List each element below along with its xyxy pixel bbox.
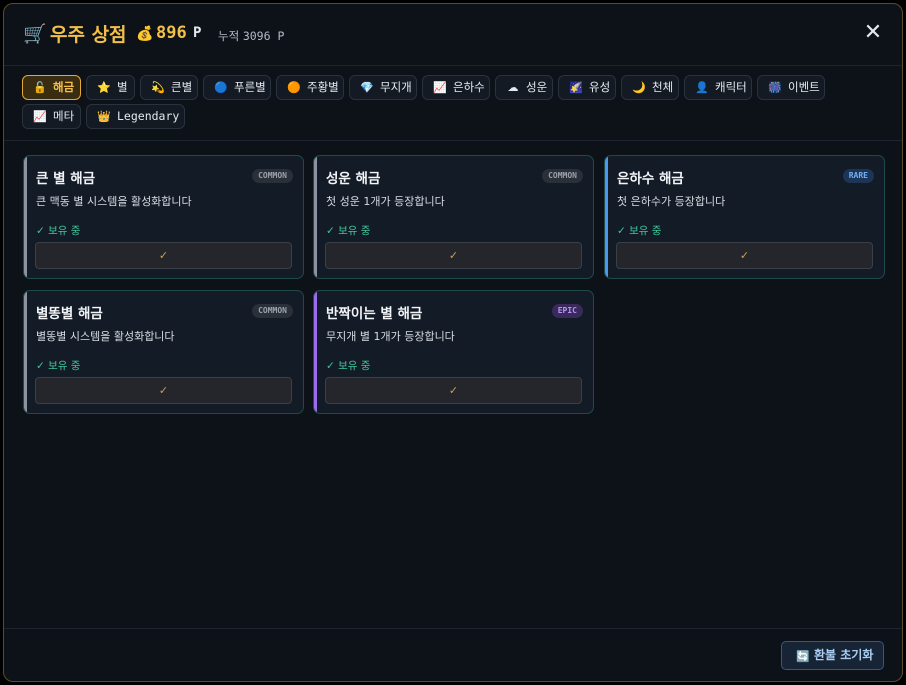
card-description: 첫 성운 1개가 등장합니다 xyxy=(326,195,445,208)
shop-title: 우주 상점 xyxy=(50,24,127,46)
card-accent xyxy=(314,156,317,278)
shop-card: 은하수 해금 RARE 첫 은하수가 등장합니다 ✓ 보유 중 ✓ xyxy=(604,155,885,279)
refund-reset-label: 환불 초기화 xyxy=(814,648,874,662)
tab-meteor[interactable]: 🌠 유성 xyxy=(558,75,616,100)
card-title: 은하수 해금 xyxy=(617,171,684,187)
rarity-badge: COMMON xyxy=(252,169,293,183)
tab-nebula[interactable]: ☁ 성운 xyxy=(495,75,553,100)
tab-orange-star[interactable]: 🟠 주황별 xyxy=(276,75,344,100)
card-title: 별똥별 해금 xyxy=(36,306,103,322)
tab-meta[interactable]: 📈 메타 xyxy=(22,104,81,129)
shop-window: 🛒 우주 상점 💰 896 P 누적 3096 P ✕ 🔓 해금 ⭐ 별 💫 큰별 🔵… xyxy=(3,3,903,682)
tab-character[interactable]: 👤 캐릭터 xyxy=(684,75,752,100)
shop-footer: 🔄 환불 초기화 xyxy=(4,628,902,681)
tab-blue-star[interactable]: 🔵 푸른별 xyxy=(203,75,271,100)
rarity-badge: COMMON xyxy=(542,169,583,183)
card-description: 첫 은하수가 등장합니다 xyxy=(617,195,726,208)
card-accent xyxy=(24,156,27,278)
rarity-badge: COMMON xyxy=(252,304,293,318)
refund-reset-button[interactable]: 🔄 환불 초기화 xyxy=(781,641,884,670)
shop-card: 성운 해금 COMMON 첫 성운 1개가 등장합니다 ✓ 보유 중 ✓ xyxy=(313,155,594,279)
person-icon: 👤 xyxy=(695,81,709,94)
owned-status: ✓ 보유 중 xyxy=(36,360,81,372)
total-value: 3096 P xyxy=(242,29,285,43)
card-description: 무지개 별 1개가 등장합니다 xyxy=(326,330,455,343)
card-description: 큰 맥동 별 시스템을 활성화합니다 xyxy=(36,195,192,208)
owned-status: ✓ 보유 중 xyxy=(326,360,371,372)
total-label: 누적 xyxy=(218,29,240,43)
tab-event[interactable]: 🎆 이벤트 xyxy=(757,75,825,100)
rarity-badge: RARE xyxy=(842,169,874,183)
tab-star[interactable]: ⭐ 별 xyxy=(86,75,135,100)
trend-icon: 📈 xyxy=(33,110,47,123)
owned-status: ✓ 보유 중 xyxy=(617,225,662,237)
tabs-divider xyxy=(4,140,902,141)
owned-button[interactable]: ✓ xyxy=(325,242,582,269)
owned-button[interactable]: ✓ xyxy=(325,377,582,404)
card-title: 반짝이는 별 해금 xyxy=(326,306,423,322)
star-icon: ⭐ xyxy=(97,81,111,94)
rarity-badge: EPIC xyxy=(551,304,583,318)
tab-rainbow[interactable]: 💎 무지개 xyxy=(349,75,417,100)
reset-icon: 🔄 xyxy=(796,650,810,663)
gem-icon: 💎 xyxy=(360,81,374,94)
chart-icon: 📈 xyxy=(433,81,447,94)
tab-celestial[interactable]: 🌙 천체 xyxy=(621,75,679,100)
shop-header: 🛒 우주 상점 💰 896 P 누적 3096 P ✕ xyxy=(4,4,902,66)
tab-unlock[interactable]: 🔓 해금 xyxy=(22,75,81,100)
cart-icon: 🛒 xyxy=(23,23,47,45)
owned-button[interactable]: ✓ xyxy=(616,242,873,269)
points-unit: P xyxy=(193,25,202,41)
card-title: 성운 해금 xyxy=(326,171,381,187)
close-icon[interactable]: ✕ xyxy=(862,22,884,44)
card-description: 별똥별 시스템을 활성화합니다 xyxy=(36,330,175,343)
card-accent xyxy=(605,156,608,278)
tab-legendary[interactable]: 👑 Legendary xyxy=(86,104,185,129)
owned-button[interactable]: ✓ xyxy=(35,377,292,404)
owned-button[interactable]: ✓ xyxy=(35,242,292,269)
card-title: 큰 별 해금 xyxy=(36,171,96,187)
points-value: 896 xyxy=(156,23,187,43)
owned-status: ✓ 보유 중 xyxy=(326,225,371,237)
money-bag-icon: 💰 xyxy=(136,26,154,42)
moon-icon: 🌙 xyxy=(632,81,646,94)
shop-card: 반짝이는 별 해금 EPIC 무지개 별 1개가 등장합니다 ✓ 보유 중 ✓ xyxy=(313,290,594,414)
tab-big-star[interactable]: 💫 큰별 xyxy=(140,75,198,100)
fireworks-icon: 🎆 xyxy=(768,81,782,94)
shop-card: 별똥별 해금 COMMON 별똥별 시스템을 활성화합니다 ✓ 보유 중 ✓ xyxy=(23,290,304,414)
lock-icon: 🔓 xyxy=(33,81,47,94)
tab-galaxy[interactable]: 📈 은하수 xyxy=(422,75,490,100)
cloud-icon: ☁ xyxy=(507,81,519,94)
card-accent xyxy=(24,291,27,413)
orange-circle-icon: 🟠 xyxy=(287,81,301,94)
meteor-icon: 🌠 xyxy=(569,81,583,94)
shop-card: 큰 별 해금 COMMON 큰 맥동 별 시스템을 활성화합니다 ✓ 보유 중 … xyxy=(23,155,304,279)
crown-icon: 👑 xyxy=(97,110,111,123)
owned-status: ✓ 보유 중 xyxy=(36,225,81,237)
dizzy-star-icon: 💫 xyxy=(151,81,165,94)
card-accent xyxy=(314,291,317,413)
blue-circle-icon: 🔵 xyxy=(214,81,228,94)
total-points: 누적 3096 P xyxy=(218,28,284,44)
